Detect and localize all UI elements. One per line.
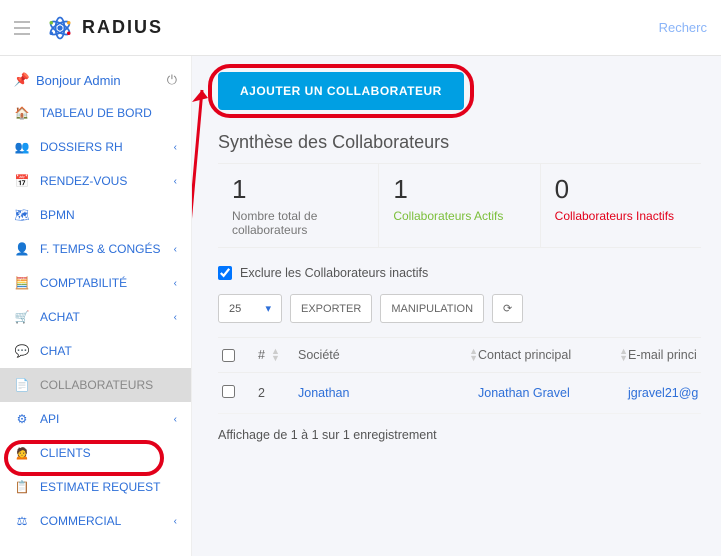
sidebar-item-f-temps-cong-s[interactable]: 👤 F. TEMPS & CONGÉS ‹ [0,232,191,266]
chevron-left-icon: ‹ [174,414,177,425]
row-societe-link[interactable]: Jonathan [298,386,478,400]
logo-icon [46,14,74,42]
chevron-left-icon: ‹ [174,142,177,153]
export-button[interactable]: EXPORTER [290,294,372,323]
select-all-checkbox[interactable] [222,349,235,362]
sidebar-item-label: RENDEZ-VOUS [40,174,127,188]
brand-logo[interactable]: RADIUS [46,14,163,42]
scale-icon: ⚖ [14,514,30,528]
chevron-left-icon: ‹ [174,244,177,255]
main-content: AJOUTER UN COLLABORATEUR Synthèse des Co… [192,56,721,556]
col-email[interactable]: E-mail princi [628,348,721,362]
sidebar-item-estimate-request[interactable]: 📋 ESTIMATE REQUEST [0,470,191,504]
refresh-icon: ⟳ [503,302,512,315]
row-contact-link[interactable]: Jonathan Gravel [478,386,628,400]
sidebar-item-label: F. TEMPS & CONGÉS [40,242,160,256]
map-icon: 🗺 [14,208,30,222]
client-icon: 🙍 [14,446,30,460]
sidebar-item-label: BPMN [40,208,75,222]
sidebar-item-label: COMMERCIAL [40,514,121,528]
exclude-checkbox-input[interactable] [218,266,232,280]
sidebar-item-label: CLIENTS [40,446,91,460]
sidebar-item-bpmn[interactable]: 🗺 BPMN [0,198,191,232]
col-societe[interactable]: Société▲▼ [298,348,478,362]
add-collaborator-button[interactable]: AJOUTER UN COLLABORATEUR [218,72,464,110]
table-toolbar: 25 ▾ EXPORTER MANIPULATION ⟳ [218,294,701,323]
table-header: #▲▼ Société▲▼ Contact principal▲▼ E-mail… [218,337,701,373]
thumbtack-icon: 📌 [14,72,30,88]
row-email-link[interactable]: jgravel21@g [628,386,721,400]
sidebar-item-label: CHAT [40,344,72,358]
stat-label: Collaborateurs Inactifs [555,209,687,223]
sidebar-item-achat[interactable]: 🛒 ACHAT ‹ [0,300,191,334]
sidebar-item-chat[interactable]: 💬 CHAT [0,334,191,368]
sidebar-item-clients[interactable]: 🙍 CLIENTS [0,436,191,470]
sidebar-item-label: COMPTABILITÉ [40,276,127,290]
exclude-inactive-checkbox[interactable]: Exclure les Collaborateurs inactifs [218,266,701,280]
sidebar-item-label: ACHAT [40,310,80,324]
sidebar-item-label: COLLABORATEURS [40,378,153,392]
stat-card: 0 Collaborateurs Inactifs [541,164,701,247]
sidebar-item-api[interactable]: ⚙ API ‹ [0,402,191,436]
stat-card: 1 Nombre total de collaborateurs [218,164,379,247]
stat-card: 1 Collaborateurs Actifs [379,164,540,247]
topbar: RADIUS Recherc [0,0,721,56]
col-index[interactable]: #▲▼ [258,348,298,362]
chevron-down-icon: ▾ [265,302,271,315]
doc-icon: 📄 [14,378,30,392]
stats-row: 1 Nombre total de collaborateurs 1 Collabor… [218,163,701,248]
chat-icon: 💬 [14,344,30,358]
chevron-left-icon: ‹ [174,278,177,289]
table-footer: Affichage de 1 à 1 sur 1 enregistrement [218,428,701,442]
stat-label: Nombre total de collaborateurs [232,209,364,237]
row-index: 2 [258,386,298,400]
col-contact[interactable]: Contact principal▲▼ [478,348,628,362]
refresh-button[interactable]: ⟳ [492,294,523,323]
sidebar-item-collaborateurs[interactable]: 📄 COLLABORATEURS [0,368,191,402]
stat-label: Collaborateurs Actifs [393,209,525,223]
sidebar-item-dossiers-rh[interactable]: 👥 DOSSIERS RH ‹ [0,130,191,164]
home-icon: 🏠 [14,106,30,120]
chevron-left-icon: ‹ [174,176,177,187]
stat-number: 0 [555,174,687,205]
manipulation-button[interactable]: MANIPULATION [380,294,484,323]
sidebar-item-rendez-vous[interactable]: 📅 RENDEZ-VOUS ‹ [0,164,191,198]
sidebar-item-commercial[interactable]: ⚖ COMMERCIAL ‹ [0,504,191,538]
cart-icon: 🛒 [14,310,30,324]
sidebar-item-tableau-de-bord[interactable]: 🏠 TABLEAU DE BORD [0,96,191,130]
power-icon[interactable]: ⏻ [167,72,177,88]
menu-toggle-icon[interactable] [14,21,30,35]
sidebar-item-label: API [40,412,59,426]
users-icon: 👥 [14,140,30,154]
user-circle-icon: 👤 [14,242,30,256]
calc-icon: 🧮 [14,276,30,290]
chevron-left-icon: ‹ [174,312,177,323]
table-row: 2JonathanJonathan Graveljgravel21@g [218,373,701,414]
stat-number: 1 [393,174,525,205]
sidebar: 📌 Bonjour Admin ⏻ 🏠 TABLEAU DE BORD 👥 DOSSI… [0,56,192,556]
row-checkbox[interactable] [222,385,235,398]
list-icon: 📋 [14,480,30,494]
search-input[interactable]: Recherc [659,20,707,35]
brand-name: RADIUS [82,17,163,38]
gear-icon: ⚙ [14,412,30,426]
page-size-select[interactable]: 25 ▾ [218,294,282,323]
calendar-icon: 📅 [14,174,30,188]
sidebar-item-label: TABLEAU DE BORD [40,106,152,120]
chevron-left-icon: ‹ [174,516,177,527]
stat-number: 1 [232,174,364,205]
sidebar-item-label: DOSSIERS RH [40,140,123,154]
summary-title: Synthèse des Collaborateurs [218,132,701,153]
sidebar-item-label: ESTIMATE REQUEST [40,480,160,494]
sidebar-item-comptabilit-[interactable]: 🧮 COMPTABILITÉ ‹ [0,266,191,300]
collaborators-table: #▲▼ Société▲▼ Contact principal▲▼ E-mail… [218,337,701,414]
greeting: 📌 Bonjour Admin ⏻ [0,64,191,96]
